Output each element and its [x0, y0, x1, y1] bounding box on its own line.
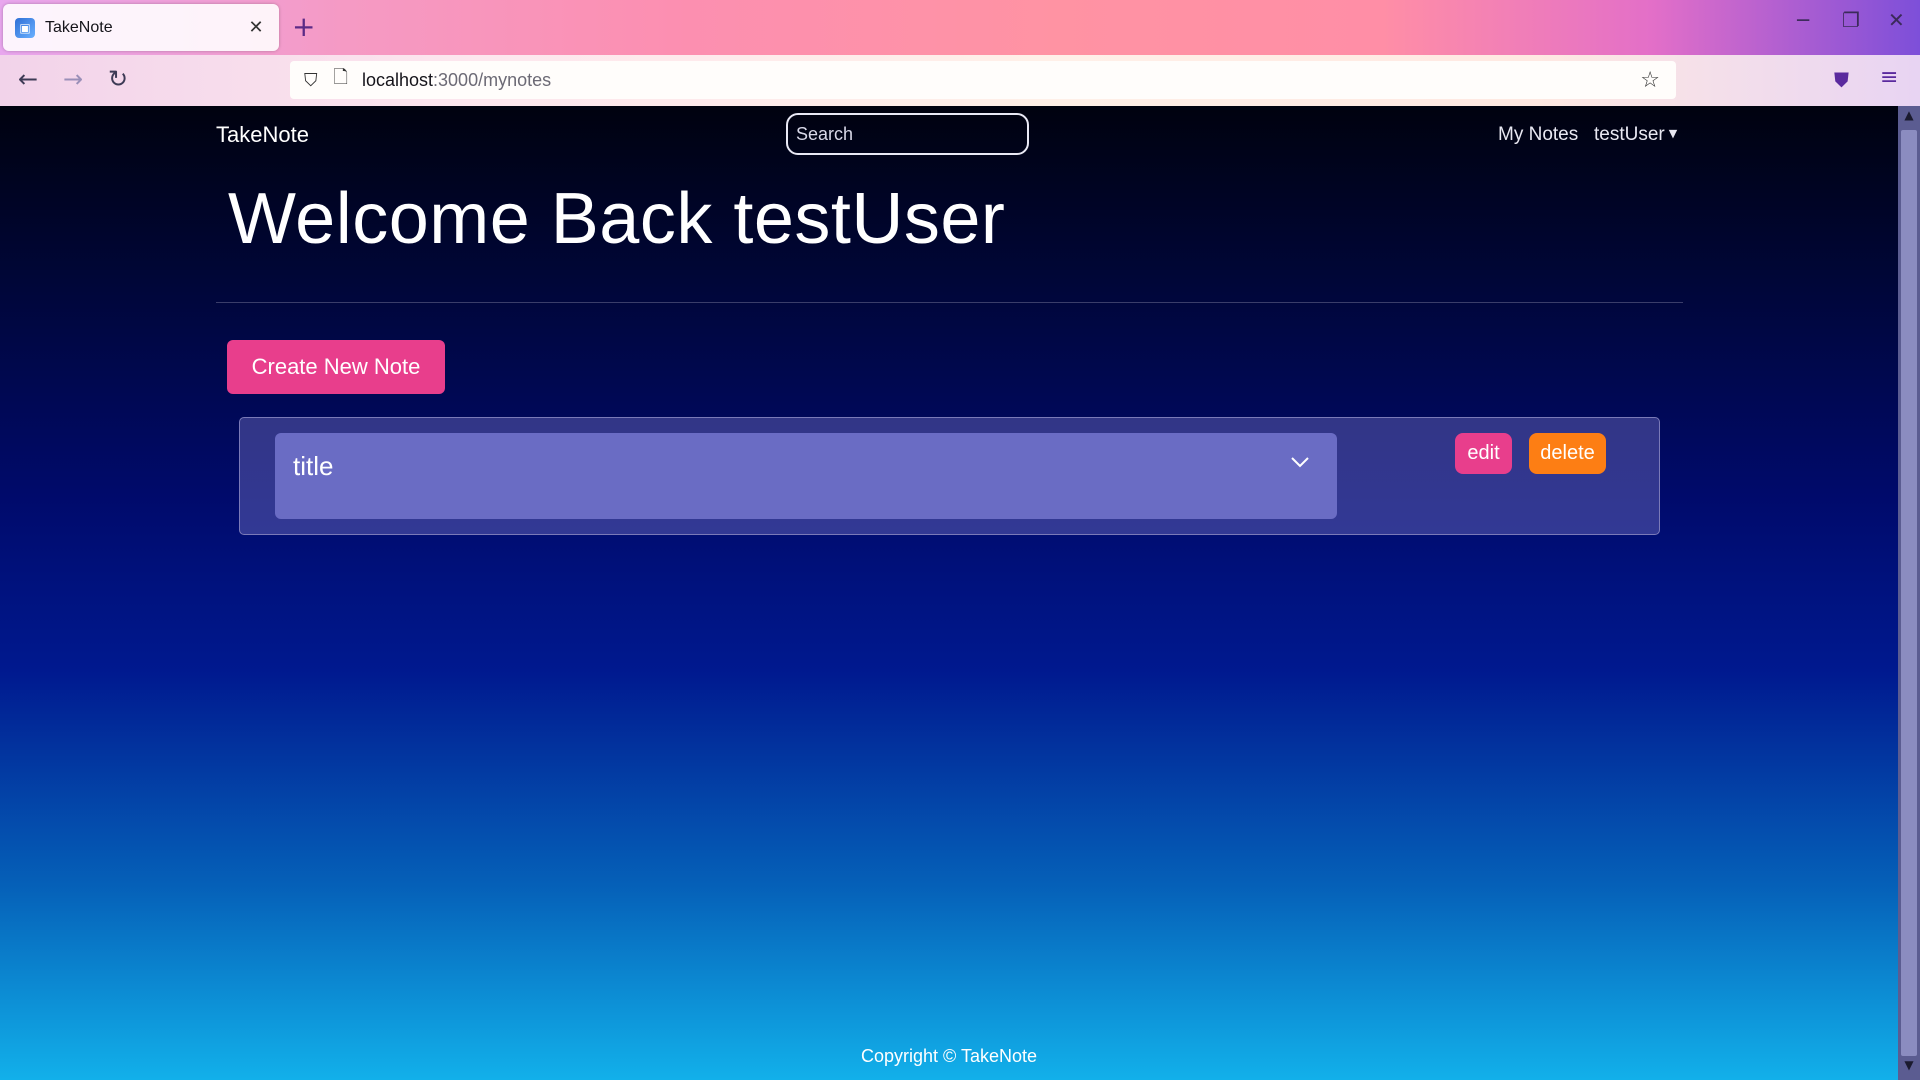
tab-title: TakeNote: [45, 18, 113, 36]
note-title: title: [293, 451, 334, 481]
browser-tab-strip: ▣ TakeNote ✕ + ─ ❐ ✕: [0, 0, 1920, 55]
chevron-down-icon: [1291, 457, 1309, 468]
url-bar[interactable]: ⛉ 🗋 localhost:3000/mynotes ☆: [290, 61, 1676, 99]
restore-icon[interactable]: ❐: [1842, 8, 1860, 32]
star-icon[interactable]: ☆: [1640, 68, 1660, 93]
create-new-note-button[interactable]: Create New Note: [227, 340, 445, 394]
search-input[interactable]: [786, 113, 1029, 155]
user-dropdown[interactable]: testUser ▼: [1594, 124, 1677, 146]
delete-note-button[interactable]: delete: [1529, 433, 1606, 474]
user-dropdown-label: testUser: [1594, 124, 1665, 145]
hamburger-menu-icon[interactable]: ≡: [1880, 65, 1898, 90]
browser-tab[interactable]: ▣ TakeNote ✕: [3, 4, 279, 51]
page-scrollbar[interactable]: ▲ ▼: [1898, 106, 1920, 1080]
page-icon: 🗋: [333, 67, 348, 88]
note-accordion-header[interactable]: title: [275, 433, 1337, 519]
pocket-icon[interactable]: ⛊: [1834, 68, 1849, 92]
browser-toolbar: ← → ↻ ⛉ 🗋 localhost:3000/mynotes ☆ ⛊ ≡: [0, 55, 1920, 106]
note-card: title edit delete: [239, 417, 1660, 535]
tab-close-icon[interactable]: ✕: [245, 17, 267, 38]
page-viewport: TakeNote My Notes testUser▼ Welcome Back…: [0, 106, 1898, 1080]
back-arrow-icon[interactable]: ←: [18, 65, 38, 93]
divider: [216, 302, 1683, 303]
url-path: :3000/mynotes: [433, 69, 552, 90]
shield-icon[interactable]: ⛉: [304, 70, 318, 91]
scroll-down-icon[interactable]: ▼: [1898, 1058, 1920, 1078]
forward-arrow-icon[interactable]: →: [63, 65, 83, 93]
scroll-thumb[interactable]: [1901, 130, 1917, 1056]
nav-link-my-notes[interactable]: My Notes: [1498, 124, 1578, 146]
edit-note-button[interactable]: edit: [1455, 433, 1512, 474]
welcome-heading: Welcome Back testUser: [228, 179, 1006, 259]
navbar-brand[interactable]: TakeNote: [216, 122, 309, 148]
takenote-favicon-icon: ▣: [15, 17, 35, 38]
scroll-up-icon[interactable]: ▲: [1898, 108, 1920, 128]
footer-copyright: Copyright © TakeNote: [860, 1046, 1038, 1066]
caret-down-icon: ▼: [1668, 127, 1678, 140]
minimize-icon[interactable]: ─: [1797, 8, 1809, 32]
close-window-icon[interactable]: ✕: [1888, 8, 1905, 32]
reload-icon[interactable]: ↻: [108, 65, 128, 93]
url-host: localhost: [361, 69, 434, 90]
new-tab-button[interactable]: +: [292, 10, 315, 44]
url-text[interactable]: localhost:3000/mynotes: [362, 70, 551, 91]
